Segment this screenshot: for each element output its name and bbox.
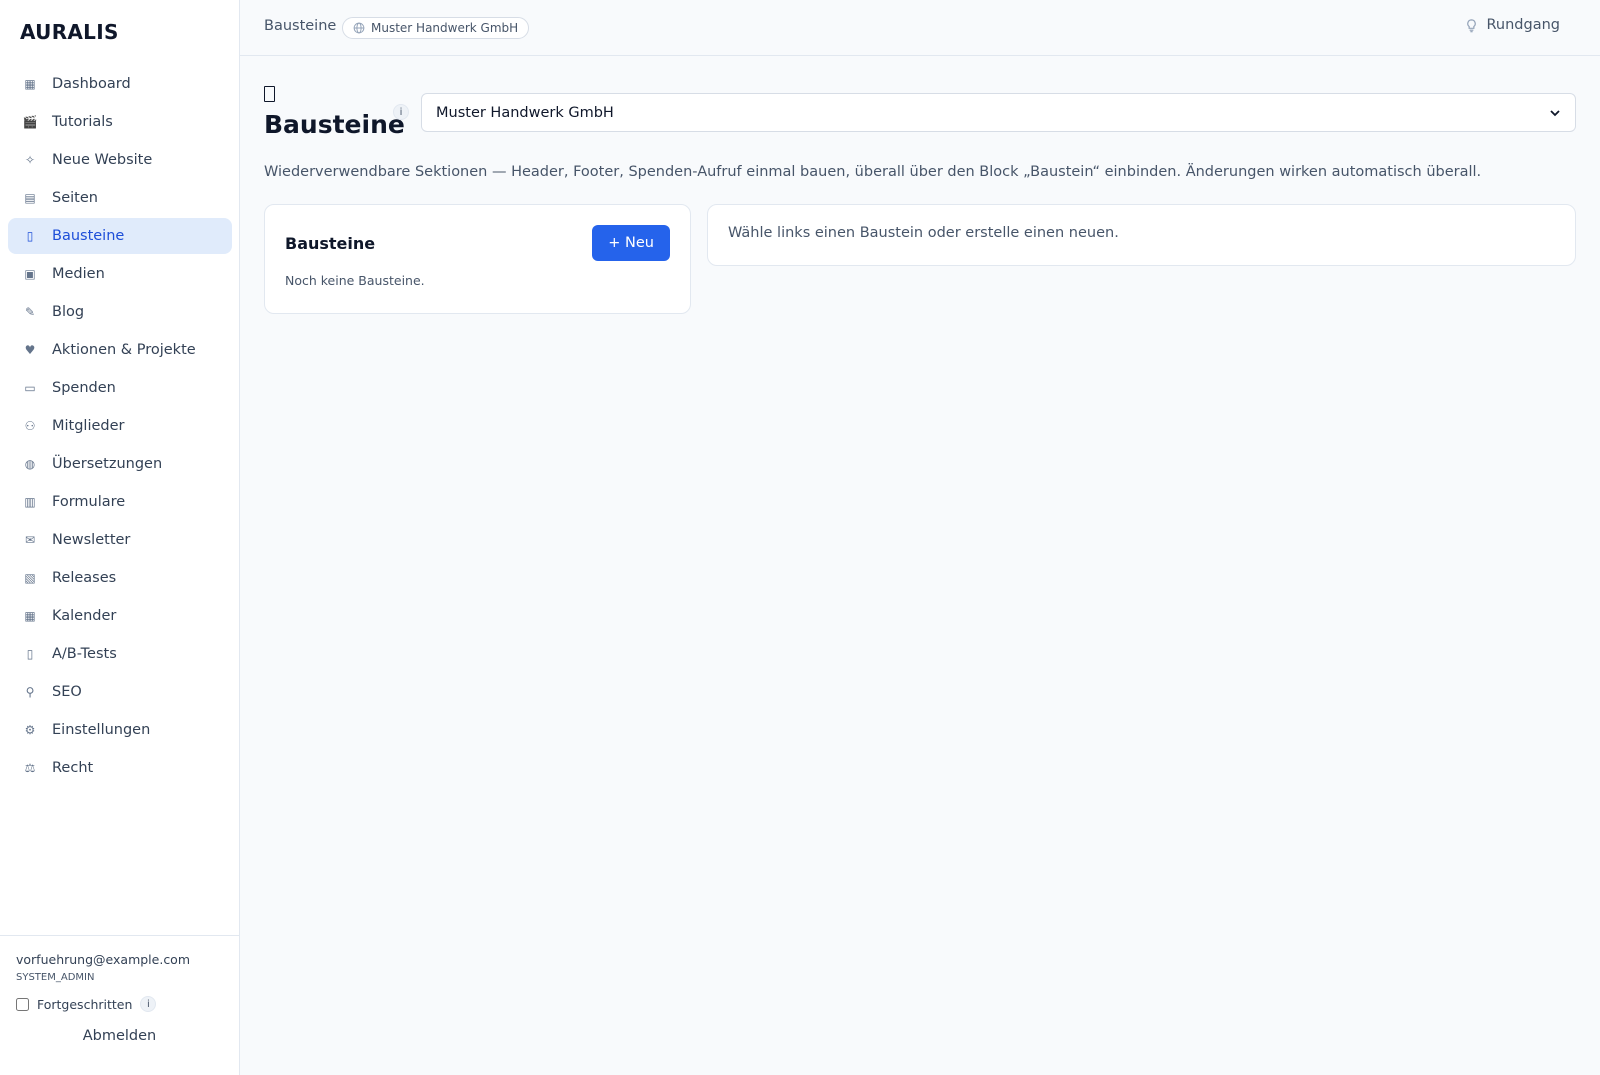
site-select[interactable]: Muster Handwerk GmbH (421, 93, 1576, 132)
sidebar-item-label: Newsletter (52, 532, 131, 548)
sidebar-item-label: Dashboard (52, 76, 131, 92)
scales-icon: ⚖ (24, 761, 36, 775)
sidebar-item-label: Einstellungen (52, 722, 151, 738)
sidebar-item-einstellungen[interactable]: ⚙ Einstellungen (8, 712, 232, 748)
card-icon: ▭ (24, 381, 36, 395)
sidebar-item-neue-website[interactable]: ✧ Neue Website (8, 142, 232, 178)
info-icon[interactable]: i (393, 104, 409, 120)
sidebar-item-formulare[interactable]: ▥ Formulare (8, 484, 232, 520)
sidebar-item-label: Bausteine (52, 228, 125, 244)
sidebar-item-label: Recht (52, 760, 94, 776)
members-icon: ⚇ (24, 419, 36, 433)
sidebar-item-label: Aktionen & Projekte (52, 342, 196, 358)
new-block-button[interactable]: + Neu (592, 225, 670, 261)
sidebar-item-newsletter[interactable]: ✉ Newsletter (8, 522, 232, 558)
sidebar-item-label: A/B-Tests (52, 646, 117, 662)
site-pill-label: Muster Handwerk GmbH (371, 21, 519, 35)
sidebar-item-kalender[interactable]: ▦ Kalender (8, 598, 232, 634)
sidebar-footer: vorfuehrung@example.com SYSTEM_ADMIN For… (0, 935, 239, 1075)
calendar-icon: ▦ (24, 609, 36, 623)
sidebar-item-label: Mitglieder (52, 418, 125, 434)
sidebar-item-übersetzungen[interactable]: ◍ Übersetzungen (8, 446, 232, 482)
split-icon: ▯ (26, 647, 34, 661)
magnifier-icon: ⚲ (25, 685, 35, 699)
sidebar-item-label: Formulare (52, 494, 126, 510)
globe-icon (353, 22, 365, 34)
advanced-checkbox[interactable] (16, 997, 29, 1011)
site-pill[interactable]: Muster Handwerk GmbH (342, 17, 530, 39)
sidebar-item-label: Spenden (52, 380, 116, 396)
topbar: Bausteine Muster Handwerk GmbH Rundgang (240, 0, 1600, 56)
blocks-list-card: Bausteine + Neu Noch keine Bausteine. (264, 204, 691, 314)
site-select-value: Muster Handwerk GmbH (436, 104, 614, 121)
gear-icon: ⚙ (24, 723, 36, 737)
info-icon[interactable]: i (140, 996, 157, 1012)
app-logo[interactable]: AURALIS (20, 20, 119, 44)
selection-hint: Wähle links einen Baustein oder erstelle… (728, 225, 1119, 241)
sidebar-item-bausteine[interactable]: ▯ Bausteine (8, 218, 232, 254)
sidebar-item-dashboard[interactable]: ▦ Dashboard (8, 66, 232, 102)
advanced-toggle[interactable]: Fortgeschritten i (16, 996, 157, 1012)
sidebar-item-seiten[interactable]: ▤ Seiten (8, 180, 232, 216)
block-detail-card: Wähle links einen Baustein oder erstelle… (707, 204, 1576, 266)
sidebar-item-seo[interactable]: ⚲ SEO (8, 674, 232, 710)
breadcrumb: Bausteine (264, 18, 337, 34)
inbox-icon: ▥ (24, 495, 36, 509)
package-icon: ▧ (24, 571, 36, 585)
sidebar-item-label: Übersetzungen (52, 456, 163, 472)
page-description: Wiederverwendbare Sektionen — Header, Fo… (264, 164, 1482, 180)
sidebar-item-recht[interactable]: ⚖ Recht (8, 750, 232, 786)
envelope-icon: ✉ (24, 533, 36, 547)
card-title: Bausteine (285, 234, 376, 253)
sidebar-item-label: Kalender (52, 608, 117, 624)
sidebar-item-label: Seiten (52, 190, 98, 206)
sidebar-item-label: SEO (52, 684, 82, 700)
sidebar-nav: ▦ Dashboard 🎬 Tutorials ✧ Neue Website ▤ Seiten… (8, 66, 232, 788)
sidebar-item-blog[interactable]: ✎ Blog (8, 294, 232, 330)
page-icon: ▤ (24, 191, 36, 205)
sidebar-item-label: Blog (52, 304, 85, 320)
logout-button[interactable]: Abmelden (0, 1028, 239, 1044)
sidebar-item-aktionen-projekte[interactable]: ♥ Aktionen & Projekte (8, 332, 232, 368)
sidebar-item-label: Releases (52, 570, 117, 586)
sparkle-icon: ✧ (24, 153, 36, 167)
sidebar-item-label: Tutorials (52, 114, 113, 130)
clapperboard-icon: 🎬 (22, 115, 38, 129)
sidebar-item-spenden[interactable]: ▭ Spenden (8, 370, 232, 406)
user-email: vorfuehrung@example.com (16, 952, 191, 967)
advanced-label: Fortgeschritten (37, 996, 133, 1012)
sidebar-item-label: Medien (52, 266, 105, 282)
sidebar-item-mitglieder[interactable]: ⚇ Mitglieder (8, 408, 232, 444)
sidebar-item-a-b-tests[interactable]: ▯ A/B-Tests (8, 636, 232, 672)
user-role: SYSTEM_ADMIN (16, 972, 95, 983)
block-icon (264, 86, 275, 102)
tour-button[interactable]: Rundgang (1464, 17, 1561, 33)
heart-icon: ♥ (24, 343, 36, 357)
sidebar-item-releases[interactable]: ▧ Releases (8, 560, 232, 596)
image-icon: ▣ (24, 267, 36, 281)
empty-state-text: Noch keine Bausteine. (285, 273, 425, 288)
page-title: Bausteine (264, 110, 405, 139)
sidebar-item-tutorials[interactable]: 🎬 Tutorials (8, 104, 232, 140)
block-icon: ▯ (26, 229, 34, 243)
sidebar-item-medien[interactable]: ▣ Medien (8, 256, 232, 292)
pen-icon: ✎ (24, 305, 36, 319)
lightbulb-icon (1466, 18, 1476, 32)
sidebar: AURALIS ▦ Dashboard 🎬 Tutorials ✧ Neue Websit… (0, 0, 240, 1075)
chevron-down-icon (1550, 109, 1560, 116)
sidebar-item-label: Neue Website (52, 152, 153, 168)
dashboard-icon: ▦ (24, 77, 36, 91)
tour-label: Rundgang (1486, 17, 1561, 33)
globe-icon: ◍ (24, 457, 36, 471)
